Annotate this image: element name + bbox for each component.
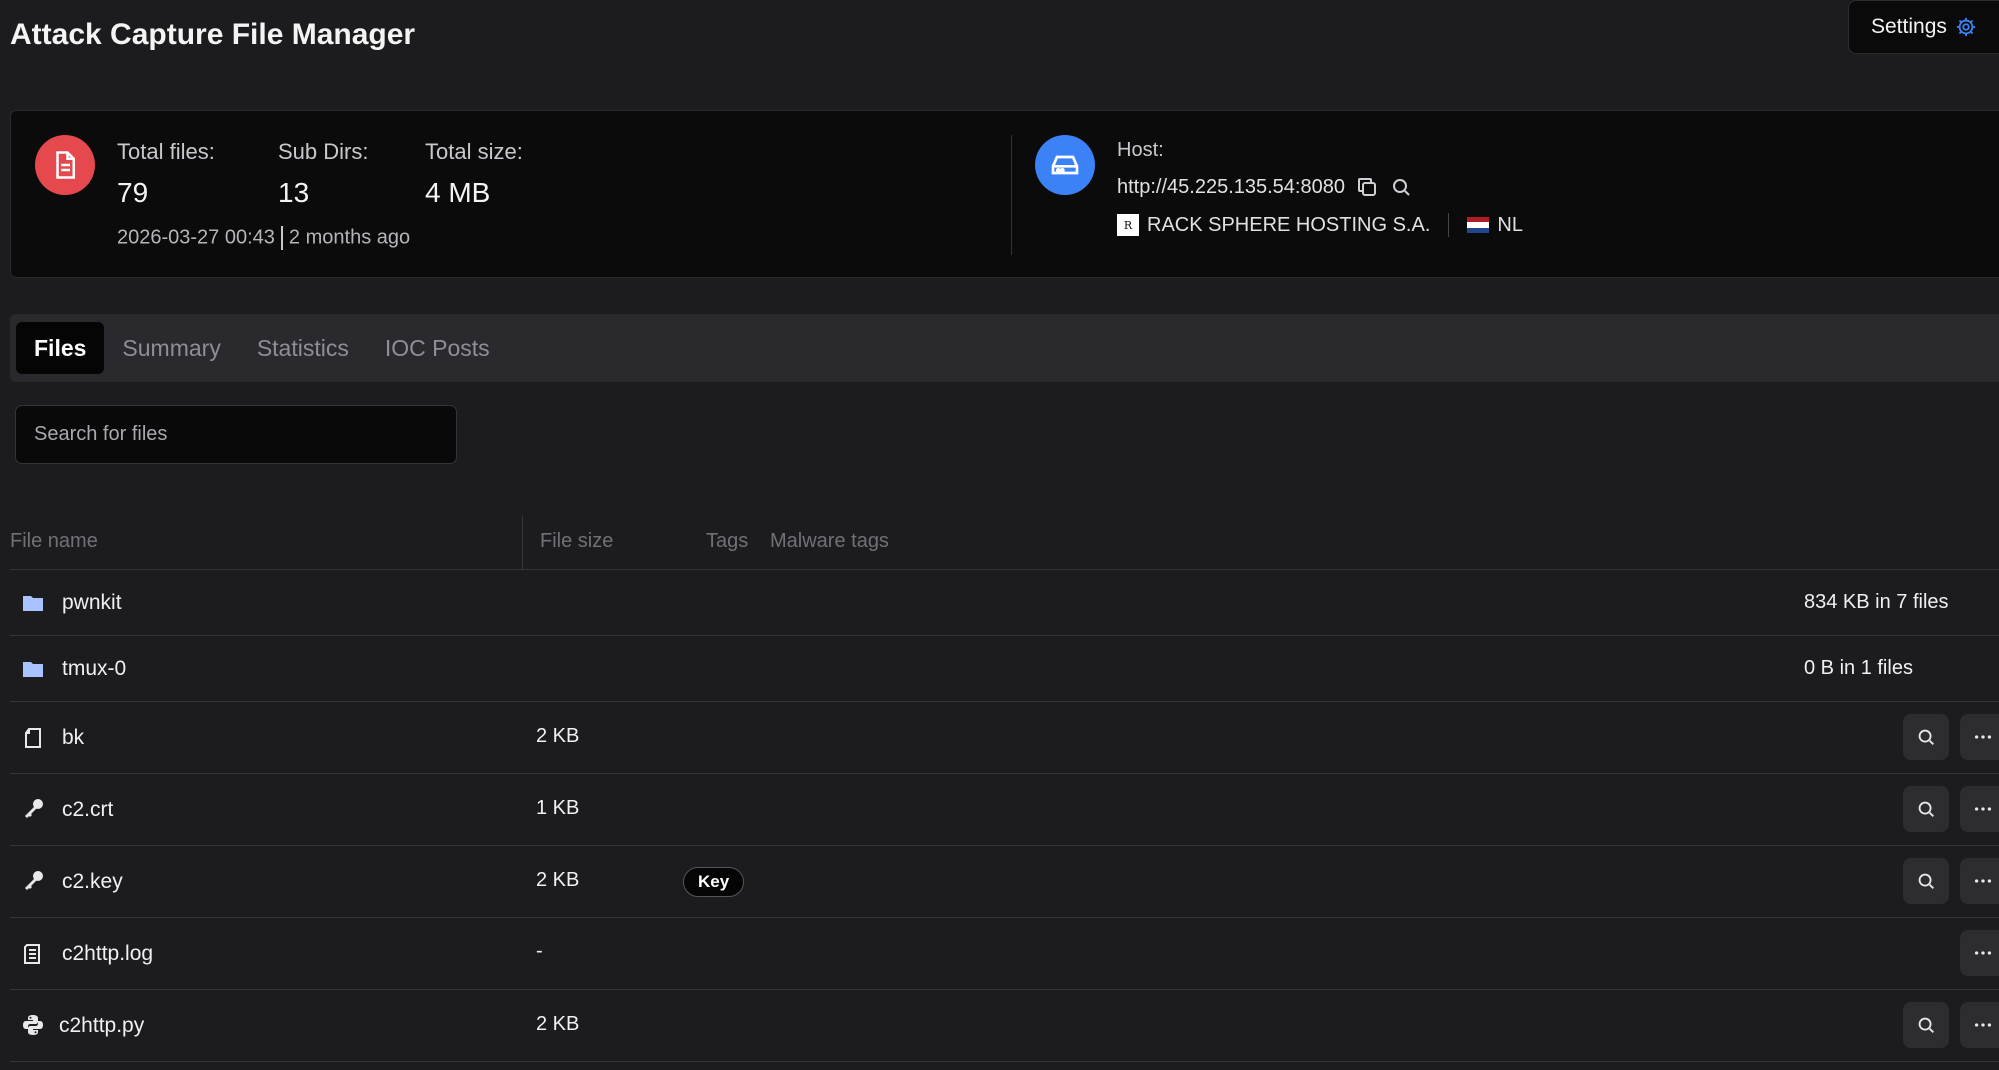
file-size: 2 KB: [536, 725, 580, 747]
table-row[interactable]: tmux-0 0 B in 1 files: [10, 636, 1999, 702]
column-divider[interactable]: [522, 516, 523, 570]
folder-icon: [20, 590, 46, 616]
column-malware-tags: Malware tags: [770, 530, 889, 552]
ellipsis-icon: [1974, 807, 1992, 811]
log-file-icon: [20, 941, 46, 967]
table-row[interactable]: c2http.py 2 KB: [10, 990, 1999, 1062]
file-name[interactable]: pwnkit: [62, 591, 122, 615]
gear-icon: [1956, 17, 1976, 37]
tag-badge[interactable]: Key: [683, 867, 745, 897]
tab-files[interactable]: Files: [16, 322, 105, 374]
column-tags: Tags: [706, 530, 749, 552]
total-files-value: 79: [117, 177, 149, 208]
ellipsis-icon: [1974, 735, 1992, 739]
org-name: RACK SPHERE HOSTING S.A.: [1147, 213, 1431, 236]
host-url-row: http://45.225.135.54:8080: [1117, 175, 1413, 199]
key-icon: [20, 868, 46, 894]
relative-time: 2 months ago: [288, 226, 411, 249]
sub-dirs-value: 13: [278, 177, 310, 208]
tab-bar: Files Summary Statistics IOC Posts: [10, 314, 1999, 382]
total-size-value: 4 MB: [425, 177, 491, 208]
search-button[interactable]: [1903, 1002, 1949, 1048]
org-separator: [1448, 213, 1450, 237]
search-button[interactable]: [1903, 786, 1949, 832]
more-options-button[interactable]: [1960, 1002, 1999, 1048]
search-icon: [1918, 801, 1934, 817]
file-name[interactable]: tmux-0: [62, 657, 126, 681]
page: Attack Capture File Manager Settings Tot…: [0, 0, 1999, 1070]
table-row[interactable]: pwnkit 834 KB in 7 files: [10, 570, 1999, 636]
tab-ioc-posts[interactable]: IOC Posts: [367, 322, 508, 374]
file-name[interactable]: bk: [62, 726, 84, 750]
search-icon[interactable]: [1389, 175, 1413, 199]
settings-label: Settings: [1871, 15, 1947, 38]
file-name[interactable]: c2http.log: [62, 942, 153, 966]
column-file-size[interactable]: File size: [540, 530, 613, 553]
search-icon: [1918, 873, 1934, 889]
capture-info-panel: Total files: 79 Sub Dirs: 13 Total size:…: [10, 110, 1999, 278]
host-org-row: R RACK SPHERE HOSTING S.A. NL: [1117, 213, 1523, 237]
total-size-stat: Total size: 4 MB: [425, 139, 523, 209]
file-size: -: [536, 940, 543, 962]
hard-drive-icon: [1035, 135, 1095, 195]
more-options-button[interactable]: [1960, 930, 1999, 976]
table-row[interactable]: c2http.log -: [10, 918, 1999, 990]
ellipsis-icon: [1974, 1023, 1992, 1027]
folder-summary: 834 KB in 7 files: [1804, 591, 1949, 613]
ellipsis-icon: [1974, 879, 1992, 883]
file-icon: [20, 725, 46, 751]
sub-dirs-stat: Sub Dirs: 13: [278, 139, 368, 209]
column-file-name[interactable]: File name: [10, 530, 98, 553]
search-button[interactable]: [1903, 858, 1949, 904]
folder-summary: 0 B in 1 files: [1804, 657, 1913, 679]
netherlands-flag-icon: [1467, 217, 1490, 233]
document-icon: [35, 135, 95, 195]
file-size: 2 KB: [536, 1013, 580, 1035]
key-icon: [20, 796, 46, 822]
more-options-button[interactable]: [1960, 714, 1999, 760]
search-button[interactable]: [1903, 714, 1949, 760]
more-options-button[interactable]: [1960, 858, 1999, 904]
copy-icon[interactable]: [1355, 175, 1379, 199]
table-row[interactable]: c2.crt 1 KB: [10, 774, 1999, 846]
python-icon: [20, 1012, 46, 1038]
total-size-label: Total size:: [425, 139, 523, 164]
capture-timestamp: 2026-03-27 00:43 2 months ago: [117, 226, 410, 250]
table-row[interactable]: c2.key 2 KB Key: [10, 846, 1999, 918]
total-files-stat: Total files: 79: [117, 139, 215, 209]
search-input[interactable]: [15, 405, 457, 464]
ellipsis-icon: [1974, 951, 1992, 955]
country-code: NL: [1497, 213, 1523, 236]
table-row[interactable]: bk 2 KB: [10, 702, 1999, 774]
file-name[interactable]: c2.crt: [62, 798, 113, 822]
total-files-label: Total files:: [117, 139, 215, 164]
table-header: File name File size Tags Malware tags: [10, 516, 1999, 570]
timestamp: 2026-03-27 00:43: [117, 226, 275, 249]
file-size: 2 KB: [536, 869, 580, 891]
more-options-button[interactable]: [1960, 786, 1999, 832]
sub-dirs-label: Sub Dirs:: [278, 139, 369, 164]
file-size: 1 KB: [536, 797, 580, 819]
org-logo: R: [1117, 214, 1139, 236]
settings-button[interactable]: Settings: [1848, 0, 1999, 54]
file-name[interactable]: c2.key: [62, 870, 123, 894]
panel-divider: [1011, 135, 1012, 255]
page-title: Attack Capture File Manager: [10, 18, 416, 51]
host-url: http://45.225.135.54:8080: [1117, 175, 1345, 198]
file-name[interactable]: c2http.py: [59, 1014, 144, 1038]
folder-icon: [20, 656, 46, 682]
search-icon: [1918, 1017, 1934, 1033]
tab-summary[interactable]: Summary: [104, 322, 238, 374]
host-label: Host:: [1117, 139, 1164, 161]
search-icon: [1918, 729, 1934, 745]
tab-statistics[interactable]: Statistics: [239, 322, 367, 374]
